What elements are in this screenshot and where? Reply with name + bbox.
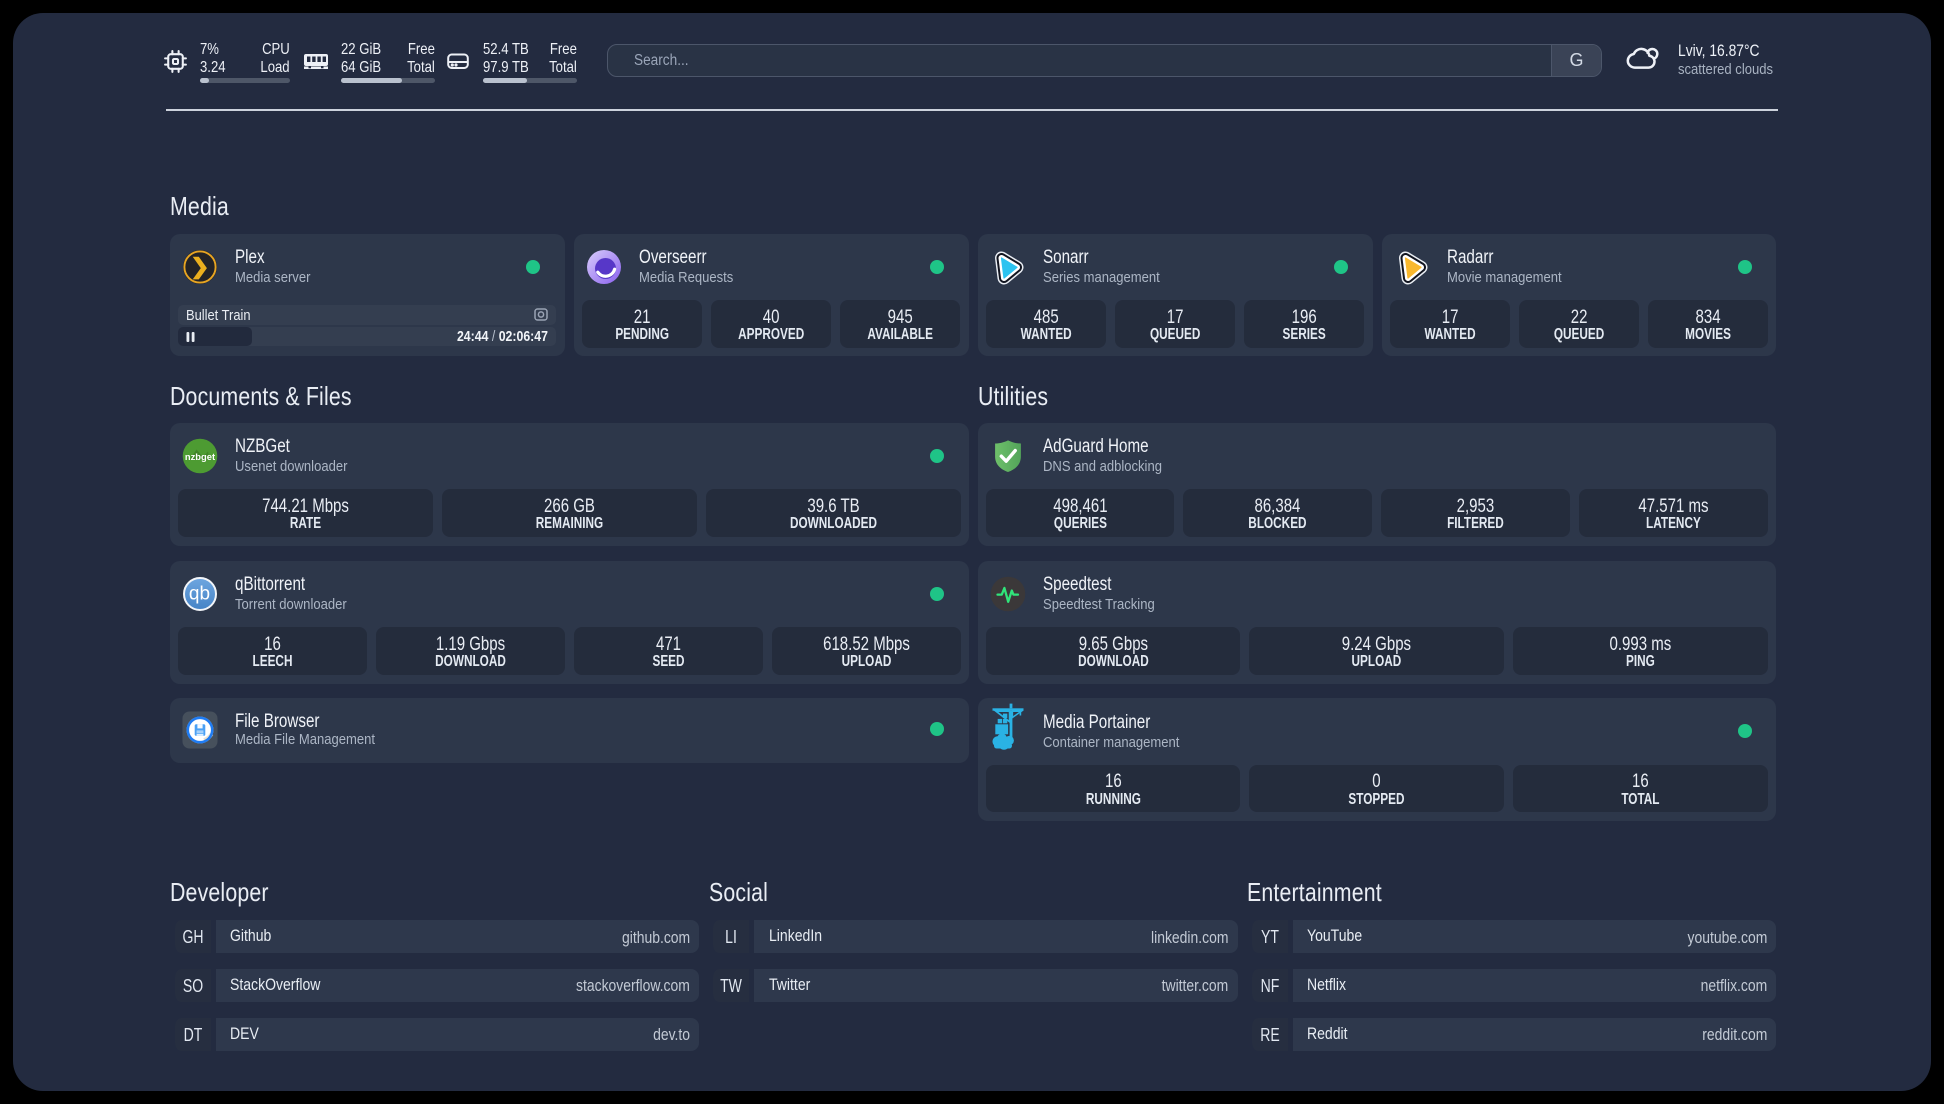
svg-text:nzbget: nzbget [184, 450, 214, 461]
svg-text:qb: qb [188, 583, 209, 604]
